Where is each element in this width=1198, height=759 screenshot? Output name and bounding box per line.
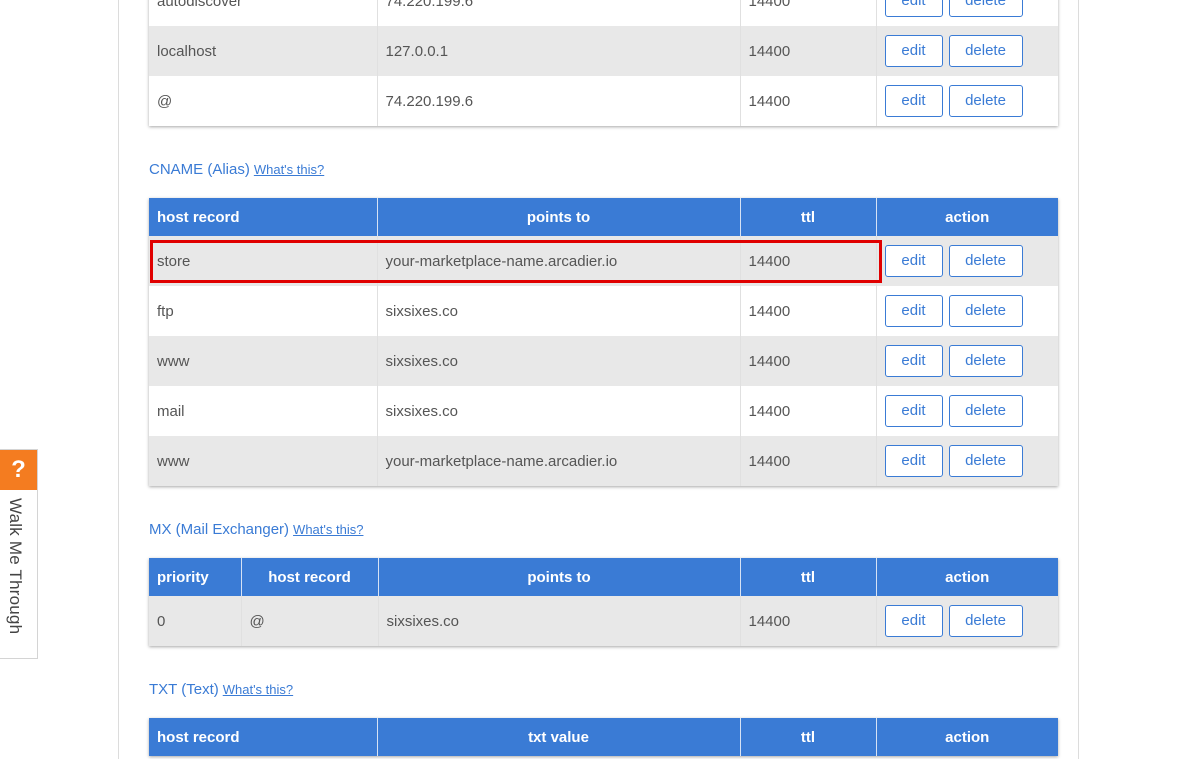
action-cell: edit delete	[876, 0, 1058, 26]
table-row: @ 74.220.199.6 14400 edit delete	[149, 76, 1058, 126]
help-question-icon: ?	[0, 450, 37, 490]
ttl-cell: 14400	[740, 0, 877, 26]
action-cell: edit delete	[876, 76, 1058, 126]
table-row: www sixsixes.co 14400 edit delete	[149, 336, 1058, 386]
mx-section-title: MX (Mail Exchanger) What's this?	[149, 521, 363, 538]
edit-button[interactable]: edit	[884, 345, 943, 377]
delete-button[interactable]: delete	[948, 85, 1023, 117]
table-row: store your-marketplace-name.arcadier.io …	[149, 236, 1058, 286]
table-header-row: priority host record points to ttl actio…	[149, 558, 1058, 596]
edit-button[interactable]: edit	[884, 85, 943, 117]
table-row: localhost 127.0.0.1 14400 edit delete	[149, 26, 1058, 76]
ttl-cell: 14400	[740, 436, 877, 486]
delete-button[interactable]: delete	[948, 245, 1023, 277]
ttl-cell: 14400	[740, 336, 877, 386]
points-to-cell: your-marketplace-name.arcadier.io	[377, 436, 741, 486]
host-record-header: host record	[149, 198, 378, 236]
delete-button[interactable]: delete	[948, 395, 1023, 427]
walk-me-through-label: Walk Me Through	[6, 498, 25, 635]
mx-title-text: MX (Mail Exchanger)	[149, 521, 290, 538]
delete-button[interactable]: delete	[948, 605, 1023, 637]
action-cell: edit delete	[876, 26, 1058, 76]
ttl-cell: 14400	[740, 596, 877, 646]
action-cell: edit delete	[876, 336, 1058, 386]
ttl-cell: 14400	[740, 286, 877, 336]
points-to-cell: your-marketplace-name.arcadier.io	[377, 236, 741, 286]
txt-title-text: TXT (Text)	[149, 681, 219, 698]
action-cell: edit delete	[876, 236, 1058, 286]
table-row: www your-marketplace-name.arcadier.io 14…	[149, 436, 1058, 486]
host-record-cell: @	[149, 76, 378, 126]
priority-header: priority	[149, 558, 242, 596]
host-record-cell: ftp	[149, 286, 378, 336]
ttl-header: ttl	[740, 558, 877, 596]
txt-table: host record txt value ttl action	[149, 718, 1058, 756]
cname-table: host record points to ttl action store y…	[149, 198, 1058, 486]
host-record-cell: localhost	[149, 26, 378, 76]
mx-table: priority host record points to ttl actio…	[149, 558, 1058, 646]
points-to-header: points to	[377, 198, 741, 236]
ttl-header: ttl	[740, 198, 877, 236]
cname-whats-this-link[interactable]: What's this?	[254, 162, 324, 177]
action-cell: edit delete	[876, 286, 1058, 336]
action-header: action	[876, 718, 1058, 756]
ttl-cell: 14400	[740, 386, 877, 436]
action-cell: edit delete	[876, 436, 1058, 486]
txt-section-title: TXT (Text) What's this?	[149, 681, 293, 698]
action-header: action	[876, 558, 1058, 596]
edit-button[interactable]: edit	[884, 295, 943, 327]
action-cell: edit delete	[876, 596, 1058, 646]
ttl-cell: 14400	[740, 26, 877, 76]
txt-value-header: txt value	[377, 718, 741, 756]
action-cell: edit delete	[876, 386, 1058, 436]
points-to-cell: sixsixes.co	[377, 386, 741, 436]
cname-section-title: CNAME (Alias) What's this?	[149, 161, 324, 178]
host-record-cell: @	[241, 596, 379, 646]
delete-button[interactable]: delete	[948, 0, 1023, 17]
ttl-cell: 14400	[740, 236, 877, 286]
walk-me-through-tab[interactable]: ? Walk Me Through	[0, 449, 38, 659]
points-to-cell: 127.0.0.1	[377, 26, 741, 76]
table-row: ftp sixsixes.co 14400 edit delete	[149, 286, 1058, 336]
host-record-cell: www	[149, 336, 378, 386]
a-records-table: autodiscover 74.220.199.6 14400 edit dele…	[149, 0, 1058, 126]
edit-button[interactable]: edit	[884, 445, 943, 477]
points-to-cell: sixsixes.co	[378, 596, 741, 646]
ttl-header: ttl	[740, 718, 877, 756]
edit-button[interactable]: edit	[884, 395, 943, 427]
txt-whats-this-link[interactable]: What's this?	[223, 682, 293, 697]
edit-button[interactable]: edit	[884, 35, 943, 67]
table-row: 0 @ sixsixes.co 14400 edit delete	[149, 596, 1058, 646]
points-to-header: points to	[378, 558, 741, 596]
points-to-cell: sixsixes.co	[377, 286, 741, 336]
delete-button[interactable]: delete	[948, 345, 1023, 377]
points-to-cell: sixsixes.co	[377, 336, 741, 386]
host-record-header: host record	[241, 558, 379, 596]
cname-title-text: CNAME (Alias)	[149, 161, 250, 178]
edit-button[interactable]: edit	[884, 245, 943, 277]
table-row: mail sixsixes.co 14400 edit delete	[149, 386, 1058, 436]
table-header-row: host record points to ttl action	[149, 198, 1058, 236]
action-header: action	[876, 198, 1058, 236]
host-record-header: host record	[149, 718, 378, 756]
delete-button[interactable]: delete	[948, 445, 1023, 477]
host-record-cell: autodiscover	[149, 0, 378, 26]
host-record-cell: mail	[149, 386, 378, 436]
host-record-cell: www	[149, 436, 378, 486]
edit-button[interactable]: edit	[884, 0, 943, 17]
host-record-cell: store	[149, 236, 378, 286]
edit-button[interactable]: edit	[884, 605, 943, 637]
points-to-cell: 74.220.199.6	[377, 76, 741, 126]
points-to-cell: 74.220.199.6	[377, 0, 741, 26]
priority-cell: 0	[149, 596, 242, 646]
delete-button[interactable]: delete	[948, 35, 1023, 67]
table-header-row: host record txt value ttl action	[149, 718, 1058, 756]
ttl-cell: 14400	[740, 76, 877, 126]
table-row: autodiscover 74.220.199.6 14400 edit dele…	[149, 0, 1058, 26]
delete-button[interactable]: delete	[948, 295, 1023, 327]
mx-whats-this-link[interactable]: What's this?	[293, 522, 363, 537]
